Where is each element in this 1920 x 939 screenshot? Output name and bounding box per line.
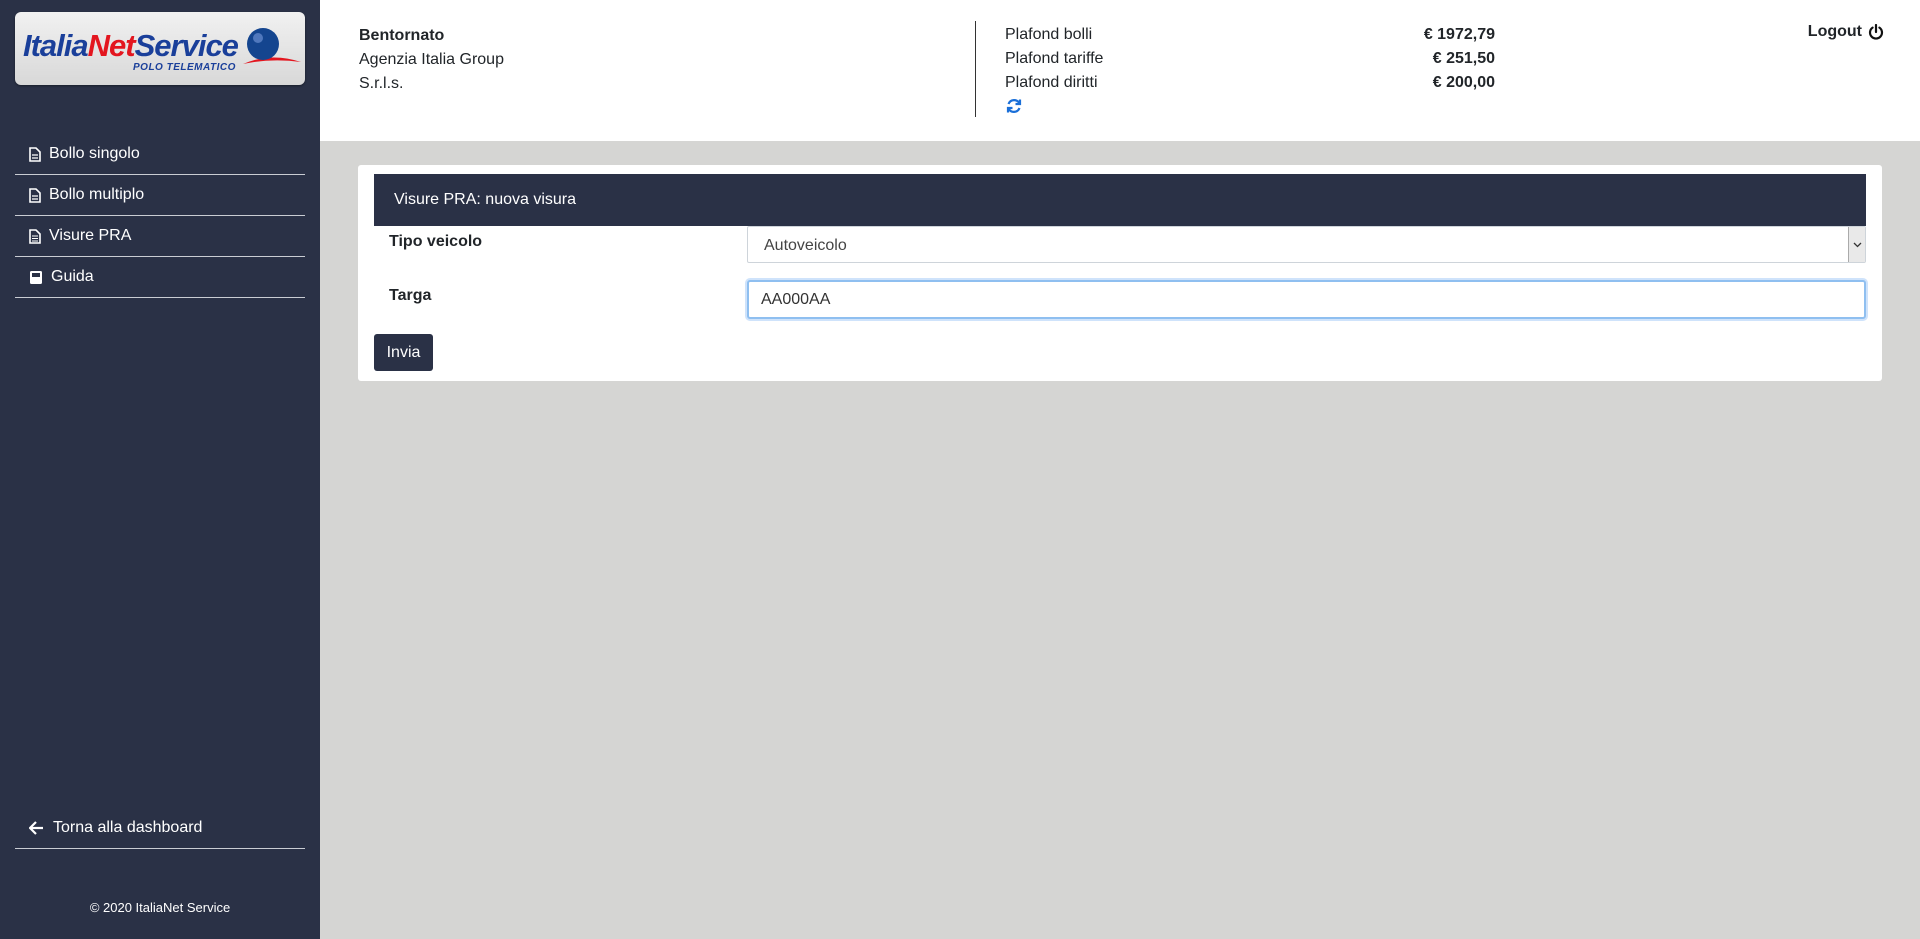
brand-logo[interactable]: ItaliaNetService POLO TELEMATICO (15, 12, 305, 85)
plafond-summary: Plafond bolli € 1972,79 Plafond tariffe … (1005, 23, 1495, 120)
tipo-veicolo-select[interactable]: Autoveicolo (747, 226, 1866, 263)
invia-button[interactable]: Invia (374, 334, 433, 371)
globe-logo-icon (243, 28, 301, 64)
arrow-left-icon (29, 821, 43, 835)
file-text-icon (29, 228, 41, 244)
sidebar-item-label: Bollo singolo (49, 145, 140, 162)
tipo-veicolo-label: Tipo veicolo (389, 233, 483, 250)
plafond-value: € 200,00 (1432, 74, 1495, 91)
logo-tagline: POLO TELEMATICO (133, 62, 236, 73)
tipo-veicolo-selected-value: Autoveicolo (764, 237, 847, 254)
back-to-dashboard-link[interactable]: Torna alla dashboard (15, 808, 305, 849)
sidebar-item-label: Guida (51, 268, 94, 285)
plafond-value: € 1972,79 (1423, 26, 1495, 43)
visura-form-card: Visure PRA: nuova visura Tipo veicolo Au… (358, 165, 1882, 381)
plafond-value: € 251,50 (1432, 50, 1495, 67)
logout-button[interactable]: Logout (1808, 23, 1884, 41)
power-icon (1868, 24, 1884, 40)
top-bar: Bentornato Agenzia Italia Group S.r.l.s.… (320, 0, 1920, 141)
refresh-icon[interactable] (1005, 97, 1023, 120)
targa-label: Targa (389, 287, 432, 304)
copyright-text: © 2020 ItaliaNet Service (89, 900, 231, 915)
welcome-block: Bentornato Agenzia Italia Group S.r.l.s. (359, 24, 504, 96)
sidebar-item-bollo-multiplo[interactable]: Bollo multiplo (15, 175, 305, 216)
sidebar-item-label: Bollo multiplo (49, 186, 145, 203)
sidebar-item-guida[interactable]: Guida (15, 257, 305, 298)
plafond-row-diritti: Plafond diritti € 200,00 (1005, 71, 1495, 95)
sidebar-item-bollo-singolo[interactable]: Bollo singolo (15, 134, 305, 175)
welcome-title: Bentornato (359, 27, 445, 44)
plafond-row-bolli: Plafond bolli € 1972,79 (1005, 23, 1495, 47)
header-divider (975, 21, 976, 117)
chevron-down-icon[interactable] (1848, 227, 1865, 262)
plafond-label: Plafond diritti (1005, 74, 1098, 91)
plafond-label: Plafond tariffe (1005, 50, 1104, 67)
card-title: Visure PRA: nuova visura (374, 174, 1866, 226)
company-name-line1: Agenzia Italia Group (359, 51, 504, 68)
company-name-line2: S.r.l.s. (359, 75, 404, 92)
sidebar-item-visure-pra[interactable]: Visure PRA (15, 216, 305, 257)
logout-label: Logout (1807, 23, 1862, 40)
plafond-label: Plafond bolli (1005, 26, 1093, 43)
targa-input[interactable] (747, 280, 1866, 319)
file-icon (29, 146, 41, 162)
back-label: Torna alla dashboard (53, 819, 203, 836)
plafond-row-tariffe: Plafond tariffe € 251,50 (1005, 47, 1495, 71)
book-icon (30, 270, 42, 284)
sidebar-nav: Bollo singolo Bollo multiplo Visure PRA … (15, 134, 305, 298)
sidebar-item-label: Visure PRA (49, 227, 132, 244)
logo-wordmark: ItaliaNetService (23, 28, 239, 63)
file-icon (29, 187, 41, 203)
sidebar: ItaliaNetService POLO TELEMATICO Bollo s… (0, 0, 320, 939)
